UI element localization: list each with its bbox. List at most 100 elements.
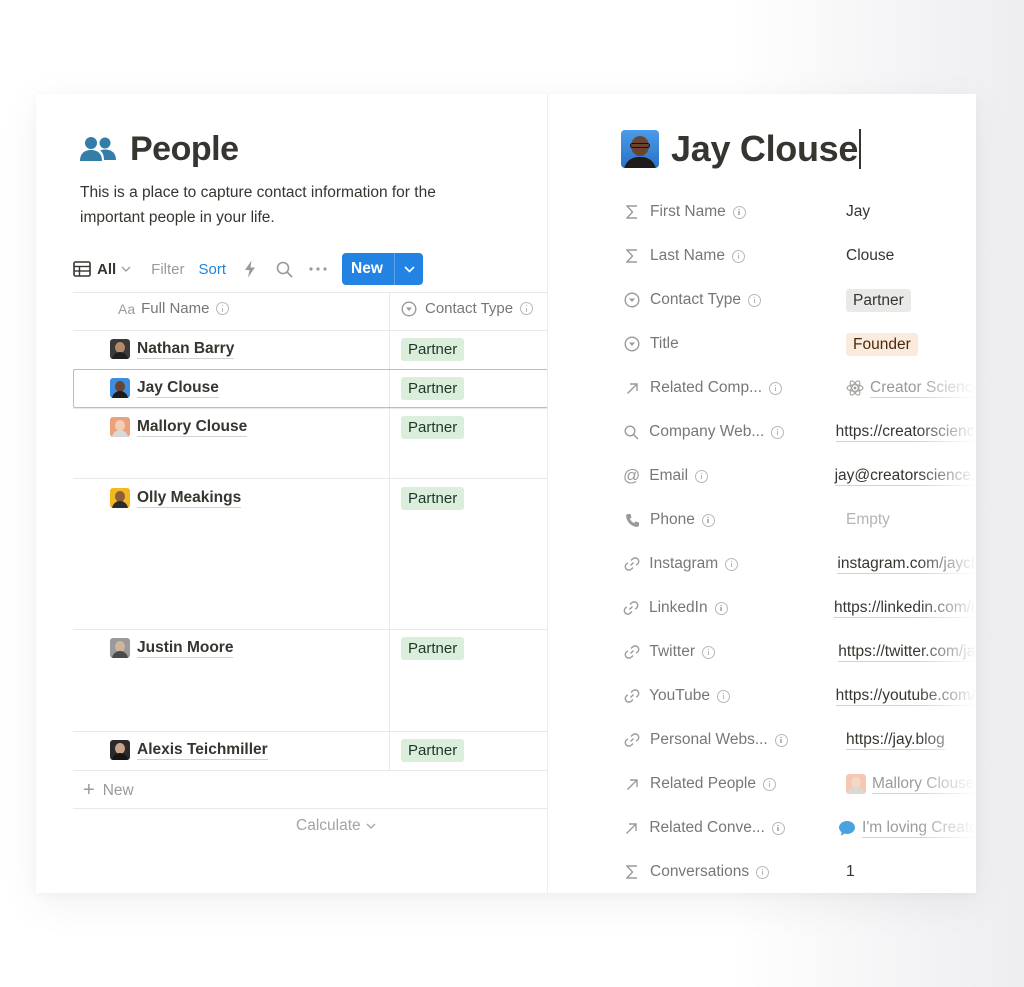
property-conversations[interactable]: Conversations 1 [623,860,976,884]
property-value[interactable]: Creator Science [846,378,976,398]
property-instagram[interactable]: Instagram instagram.com/jayclo [623,552,976,576]
record-title-input[interactable]: Jay Clouse [671,128,858,170]
table-row[interactable]: Alexis Teichmiller [110,740,268,760]
property-phone[interactable]: Phone Empty [623,508,976,532]
property-value[interactable]: https://twitter.com/jay [838,642,976,662]
property-value[interactable]: Clouse [846,247,894,265]
info-icon [756,865,770,879]
property-value[interactable]: Jay [846,203,870,221]
select-tag: Founder [846,332,918,356]
property-company-website[interactable]: Company Web... https://creatorscience [623,420,976,444]
people-icon [80,136,116,161]
email-link[interactable]: jay@creatorscience.c [834,466,976,486]
sort-button[interactable]: Sort [199,261,227,278]
column-header-full-name[interactable]: Aa Full Name [118,300,230,317]
url-link[interactable]: https://jay.blog [846,730,945,750]
property-label: Company Web... [649,423,836,441]
property-first-name[interactable]: First Name Jay [623,200,976,224]
url-link[interactable]: https://linkedin.com/in [833,598,976,618]
calculate-button[interactable]: Calculate [296,817,376,835]
more-options-button[interactable] [308,259,328,279]
contact-type-tag: Partner [401,338,465,361]
property-value[interactable]: https://creatorscience [835,422,976,442]
divider [73,731,547,732]
info-icon [763,777,776,791]
property-linkedin[interactable]: LinkedIn https://linkedin.com/in [623,596,976,620]
property-value[interactable]: jay@creatorscience.c [834,466,976,486]
chevron-down-icon [366,823,376,829]
add-new-label: New [102,781,134,799]
property-label: Contact Type [650,291,846,309]
avatar[interactable] [621,130,659,168]
divider [73,478,547,479]
add-new-row-button[interactable]: + New [83,779,134,802]
table-row[interactable]: Jay Clouse [110,378,219,398]
property-value[interactable]: Mallory Clouse [846,774,975,794]
database-toolbar: All Filter Sort New [73,252,424,286]
property-related-people[interactable]: Related People Mallory Clouse [623,772,976,796]
automation-button[interactable] [240,259,260,279]
info-icon [748,293,762,307]
select-icon [623,335,641,353]
link-icon [623,555,640,573]
property-value[interactable]: https://linkedin.com/in [833,598,976,618]
property-value[interactable]: Empty [846,511,890,529]
column-header-contact-type[interactable]: Contact Type [401,300,534,317]
property-youtube[interactable]: YouTube https://youtube.com/c [623,684,976,708]
property-value[interactable]: https://youtube.com/c [835,686,976,706]
table-row[interactable]: Mallory Clouse [110,417,248,437]
link-icon [623,599,640,617]
app-window: People This is a place to capture contac… [36,94,976,893]
arrow-up-right-icon [623,775,641,793]
info-icon [771,821,785,835]
property-contact-type[interactable]: Contact Type Partner [623,288,976,312]
view-selector[interactable]: All [73,261,137,278]
divider [73,808,547,809]
search-button[interactable] [274,259,294,279]
table-row[interactable]: Justin Moore [110,638,234,658]
property-related-company[interactable]: Related Comp... Creator Science [623,376,976,400]
table-row[interactable]: Nathan Barry [110,339,235,359]
divider [73,629,547,630]
table-icon [73,261,91,277]
property-last-name[interactable]: Last Name Clouse [623,244,976,268]
property-title[interactable]: Title Founder [623,332,976,356]
property-value[interactable]: https://jay.blog [846,730,945,750]
arrow-up-right-icon [623,379,641,397]
plus-icon: + [83,779,95,801]
url-link[interactable]: instagram.com/jayclo [837,554,976,574]
property-email[interactable]: @ Email jay@creatorscience.c [623,464,976,488]
column-label: Contact Type [425,300,514,317]
select-icon [401,300,417,317]
property-value[interactable]: I'm loving Creator [838,818,976,838]
calculate-label: Calculate [296,817,361,834]
url-link[interactable]: https://creatorscience [835,422,976,442]
property-twitter[interactable]: Twitter https://twitter.com/jay [623,640,976,664]
relation-link[interactable]: I'm loving Creator [862,818,976,838]
row-name: Jay Clouse [137,379,219,398]
contact-type-tag: Partner [401,637,465,660]
table-row[interactable]: Olly Meakings [110,488,242,508]
property-value[interactable]: Founder [846,332,918,356]
property-value[interactable]: instagram.com/jayclo [837,554,976,574]
speech-bubble-icon [838,820,856,837]
url-link[interactable]: https://youtube.com/c [835,686,976,706]
search-icon [623,423,640,441]
sigma-icon [623,203,641,221]
row-name: Alexis Teichmiller [137,741,268,760]
relation-link[interactable]: Mallory Clouse [872,774,975,794]
filter-button[interactable]: Filter [151,261,184,278]
avatar [110,638,130,658]
property-personal-website[interactable]: Personal Webs... https://jay.blog [623,728,976,752]
property-related-conversations[interactable]: Related Conve... I'm loving Creator [623,816,976,840]
row-name: Justin Moore [137,639,234,658]
relation-link[interactable]: Creator Science [870,378,976,398]
new-dropdown-button[interactable] [395,265,423,273]
link-icon [623,731,641,749]
property-value[interactable]: Partner [846,288,911,312]
avatar [110,339,130,359]
divider [73,408,547,409]
property-label: Related Conve... [649,819,838,837]
url-link[interactable]: https://twitter.com/jay [838,642,976,662]
new-button[interactable]: New [342,253,424,285]
